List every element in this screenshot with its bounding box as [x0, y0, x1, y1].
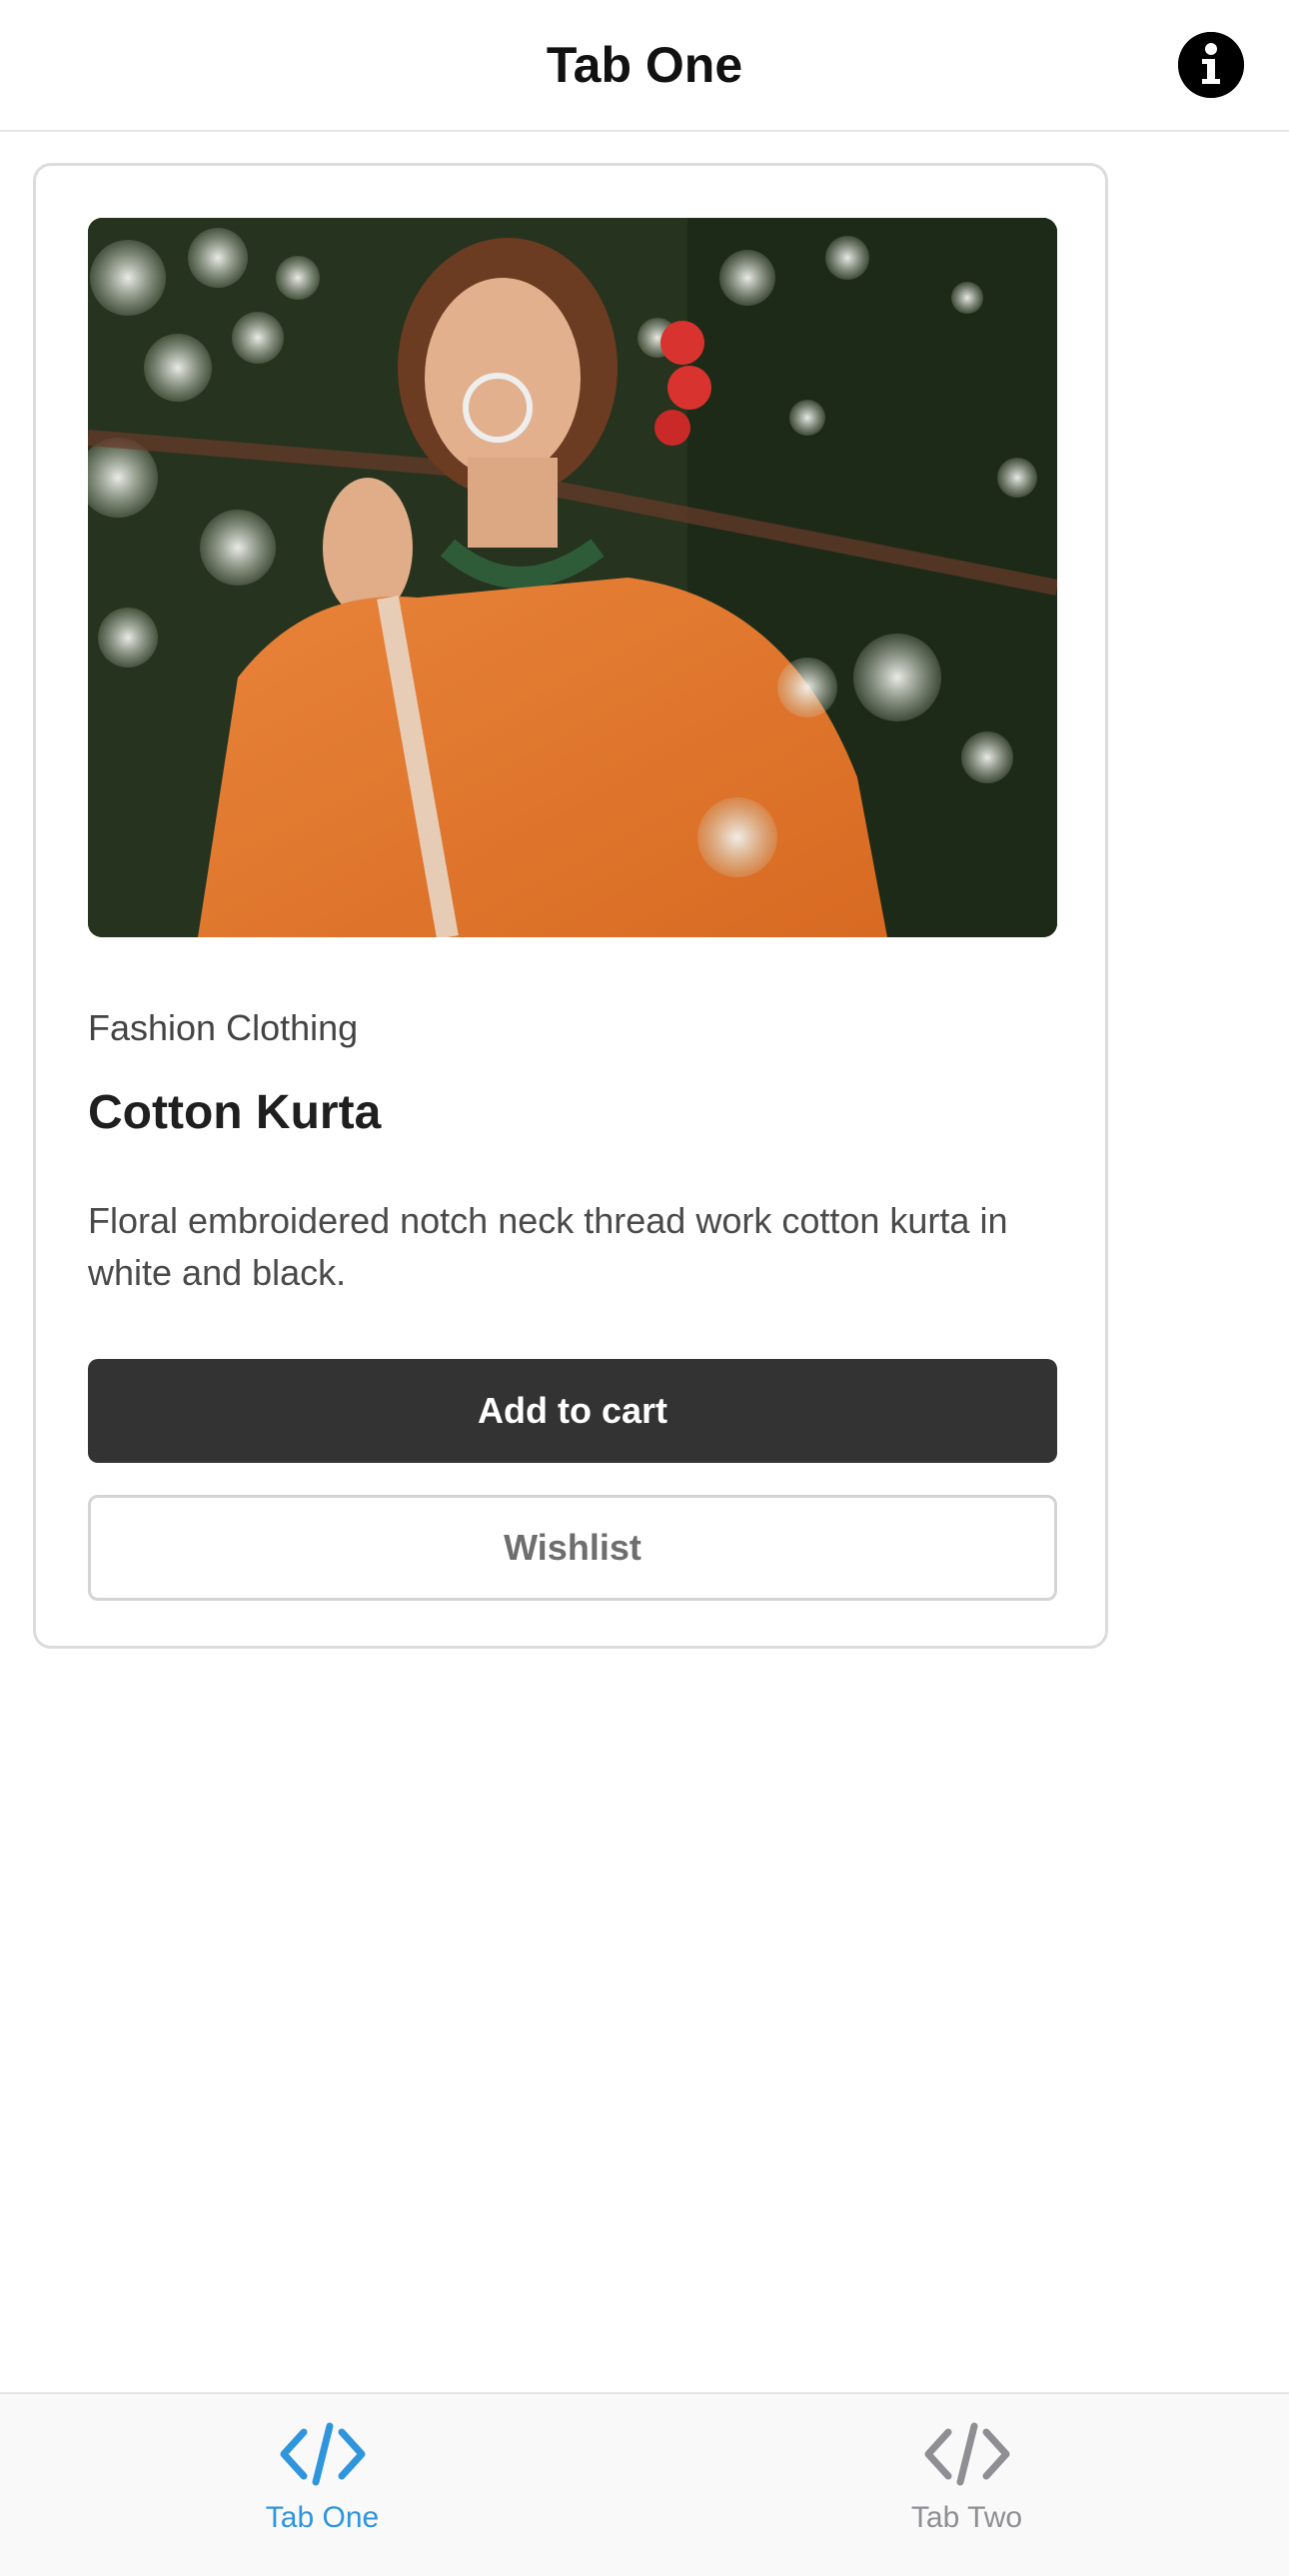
- info-button[interactable]: [1178, 32, 1244, 98]
- tab-two[interactable]: Tab Two: [644, 2394, 1289, 2576]
- tab-two-label: Tab Two: [910, 2501, 1023, 2534]
- code-icon: [924, 2422, 1009, 2486]
- tab-one[interactable]: Tab One: [0, 2394, 644, 2576]
- bottom-tab-bar: Tab One Tab Two: [0, 2392, 1289, 2576]
- header-bar: Tab One: [0, 0, 1289, 132]
- add-to-cart-button[interactable]: Add to cart: [88, 1359, 1057, 1463]
- product-name: Cotton Kurta: [88, 1086, 382, 1139]
- product-description: Floral embroidered notch neck thread wor…: [88, 1200, 1008, 1293]
- code-icon: [280, 2422, 365, 2486]
- page-title: Tab One: [546, 37, 743, 93]
- info-circle-icon: [1178, 32, 1244, 98]
- product-image[interactable]: [88, 218, 1057, 937]
- product-category: Fashion Clothing: [88, 1007, 359, 1048]
- product-card: Fashion Clothing Cotton Kurta Floral emb…: [33, 163, 1108, 1649]
- tab-one-label: Tab One: [265, 2501, 380, 2534]
- wishlist-button[interactable]: Wishlist: [88, 1495, 1057, 1601]
